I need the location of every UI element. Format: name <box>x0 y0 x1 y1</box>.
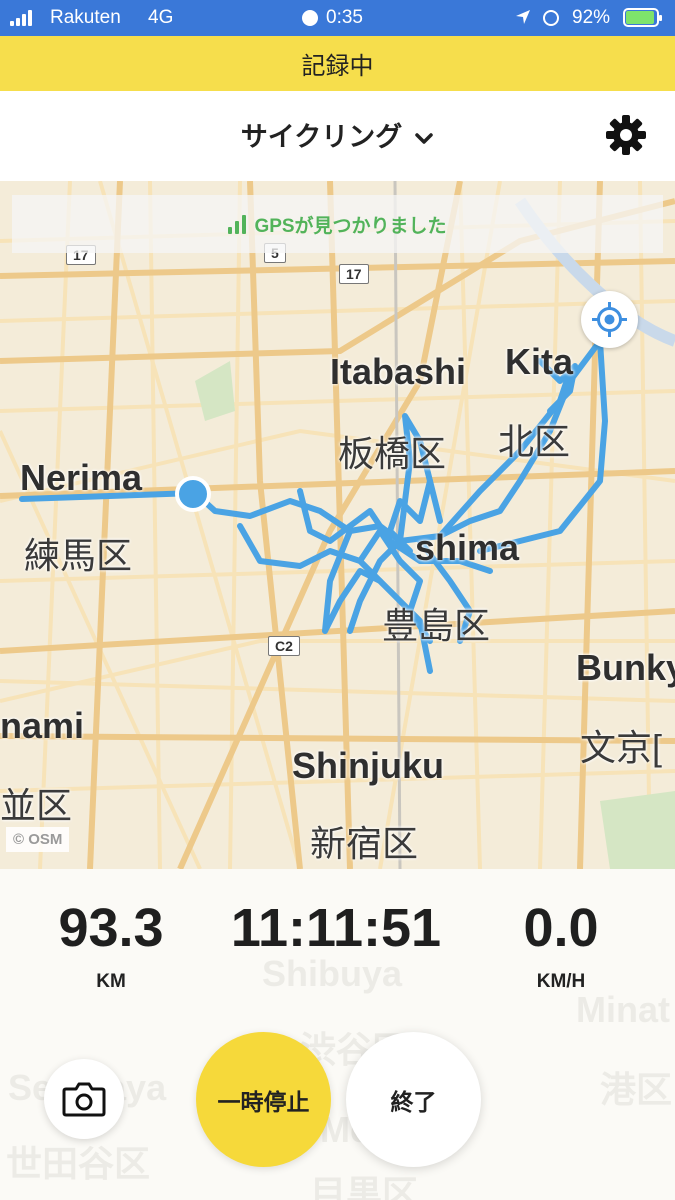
map-label: 北区 <box>498 421 571 462</box>
bg-map-label: Shibuya <box>262 953 403 994</box>
pause-button[interactable]: 一時停止 <box>196 1032 331 1167</box>
map-label: 練馬区 <box>24 535 133 576</box>
stats-panel: Shibuya 渋谷区 Minat 港区 Setagaya 世田谷区 Meg 目… <box>0 869 675 1200</box>
map-label: Bunky <box>576 647 675 688</box>
bg-map-label: Minat <box>576 989 670 1030</box>
signal-icon <box>10 10 32 26</box>
map-label: 並区 <box>0 785 73 826</box>
bg-map-label: 世田谷区 <box>6 1143 151 1184</box>
map-attribution[interactable]: © OSM <box>6 827 70 852</box>
crosshair-icon <box>592 302 627 337</box>
gps-status-text: GPSが見つかりました <box>254 215 447 237</box>
gps-signal-icon <box>228 214 247 234</box>
status-bar: Rakuten 4G 0:35 92% <box>0 0 675 36</box>
bg-map-label: 目黒区 <box>310 1173 419 1200</box>
map-label: 豊島区 <box>382 605 491 646</box>
battery-charging-icon <box>623 8 662 27</box>
network-type: 4G <box>148 7 174 28</box>
end-button[interactable]: 終了 <box>346 1032 481 1167</box>
distance-value: 93.3 <box>58 898 164 958</box>
duration-value: 11:11:51 <box>230 898 442 958</box>
route-map[interactable]: 17 5 17 C2 Itabashi 板橋区 Kita 北区 Nerima 練… <box>0 181 675 869</box>
locate-me-button[interactable] <box>581 291 638 348</box>
activity-label: サイクリング <box>240 122 403 152</box>
battery-percent: 92% <box>572 7 611 28</box>
bg-map-label: 港区 <box>600 1069 673 1110</box>
speed-value: 0.0 <box>523 898 599 958</box>
map-label: Itabashi <box>330 351 467 392</box>
camera-icon <box>62 1082 106 1117</box>
header: サイクリング <box>0 91 675 182</box>
speed-unit: KM/H <box>536 971 586 992</box>
gear-icon[interactable] <box>604 113 648 157</box>
recording-banner: 記録中 <box>0 36 675 91</box>
location-arrow-icon <box>515 9 531 31</box>
lock-rotation-icon <box>302 10 318 26</box>
chevron-down-icon <box>414 125 434 153</box>
carrier-name: Rakuten <box>50 7 121 28</box>
map-label: 文京[ <box>580 727 663 768</box>
road-shield: 17 <box>339 264 369 284</box>
road-shield: C2 <box>268 636 300 656</box>
activity-selector[interactable]: サイクリング <box>0 115 675 154</box>
map-label: Kita <box>505 341 574 382</box>
status-time: 0:35 <box>326 7 363 28</box>
camera-button[interactable] <box>44 1059 124 1139</box>
distance-unit: KM <box>96 971 126 992</box>
map-label: 板橋区 <box>338 433 447 474</box>
gps-status-toast: GPSが見つかりました <box>12 195 663 253</box>
orientation-lock-icon <box>543 10 559 26</box>
map-label: Nerima <box>20 457 143 498</box>
map-label: 新宿区 <box>310 823 419 864</box>
map-label: nami <box>0 705 85 746</box>
map-label: Shinjuku <box>292 745 444 786</box>
map-label: shima <box>415 527 520 568</box>
